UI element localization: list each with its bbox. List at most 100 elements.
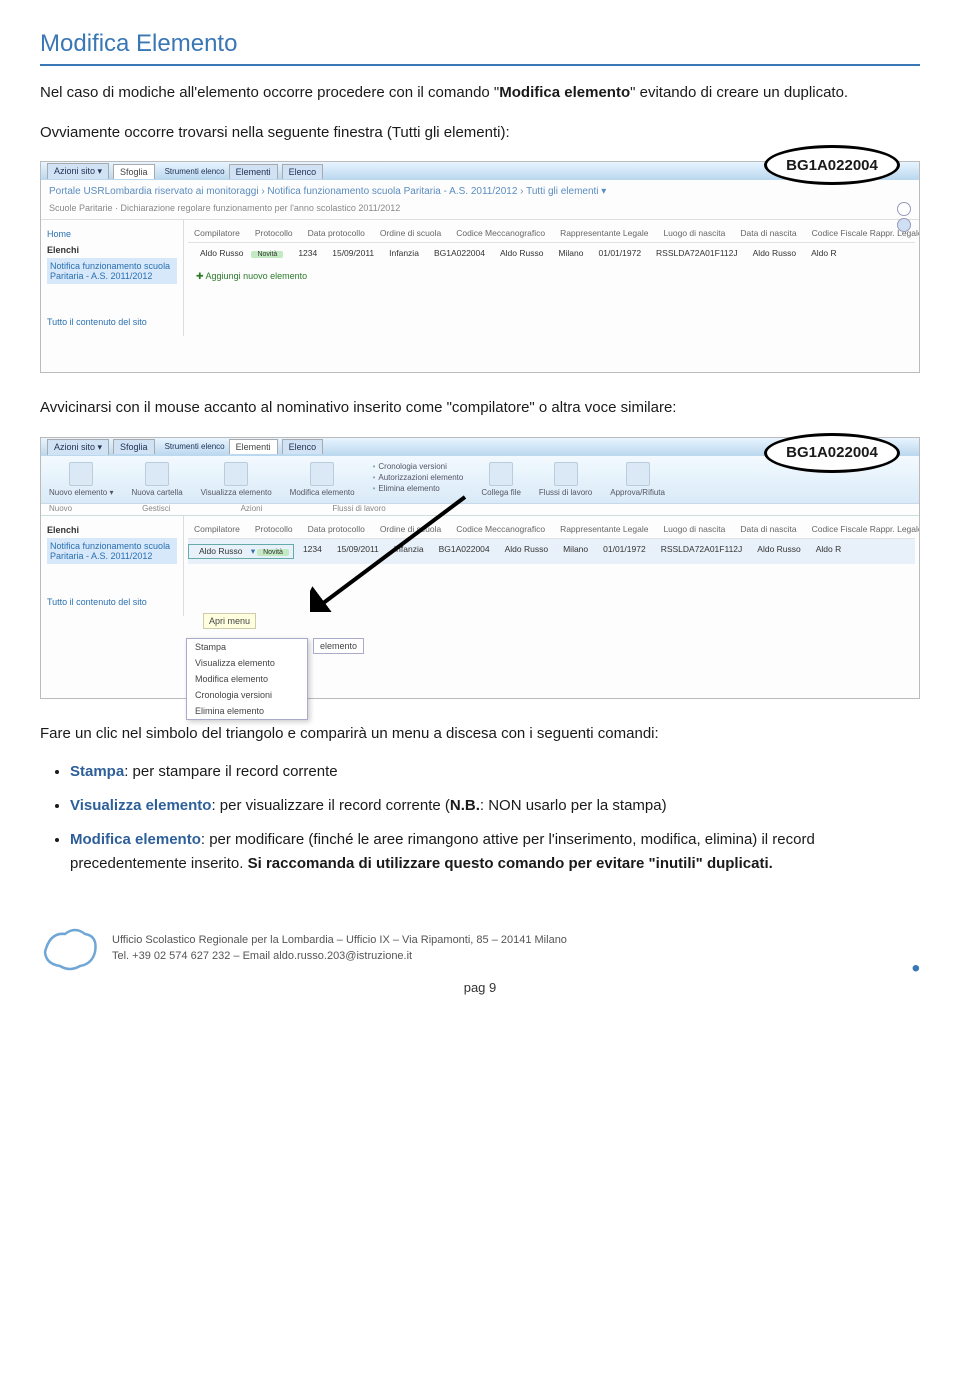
command-list: Stampa: per stampare il record corrente … [70, 760, 920, 876]
paragraph-1: Nel caso di modiche all'elemento occorre… [40, 80, 920, 106]
workflow-icon [554, 462, 578, 486]
cell-ente: Aldo Russo [747, 248, 802, 258]
cell-compilatore[interactable]: Aldo RussoNovità [188, 248, 289, 258]
cell-luogo: Milano [552, 248, 589, 258]
col-data-protocollo[interactable]: Data protocollo [302, 228, 371, 238]
tab-sfoglia-2[interactable]: Sfoglia [113, 439, 155, 454]
col-rappresentante[interactable]: Rappresentante Legale [554, 228, 654, 238]
context-modifica[interactable]: Modifica elemento [187, 671, 307, 687]
new-item-icon [69, 462, 93, 486]
col2-rappr[interactable]: Rappresentante Legale [554, 524, 654, 534]
ribbon-collega[interactable]: Collega file [481, 462, 521, 497]
col2-ordine[interactable]: Ordine di scuola [374, 524, 447, 534]
table-header-2: Compilatore Protocollo Data protocollo O… [188, 520, 915, 539]
col2-protocollo[interactable]: Protocollo [249, 524, 299, 534]
azioni-sito-button-2[interactable]: Azioni sito ▾ [47, 439, 109, 455]
tab-elenco-2[interactable]: Elenco [282, 439, 324, 454]
col-luogo[interactable]: Luogo di nascita [657, 228, 731, 238]
context-cronologia[interactable]: Cronologia versioni [187, 687, 307, 703]
col2-data-nasc[interactable]: Data di nascita [734, 524, 802, 534]
sidebar-selected-item[interactable]: Notifica funzionamento scuola Paritaria … [47, 258, 177, 284]
cell2-luogo: Milano [557, 544, 594, 559]
ribbon-approva[interactable]: Approva/Rifiuta [610, 462, 665, 497]
col2-cf[interactable]: Codice Fiscale Rappr. Legale [806, 524, 919, 534]
sidebar-home[interactable]: Home [47, 226, 177, 242]
bullet-2-text: : per visualizzare il record corrente ( [211, 797, 449, 814]
sidebar-all-content-2[interactable]: Tutto il contenuto del sito [47, 594, 177, 610]
col2-codice[interactable]: Codice Meccanografico [450, 524, 551, 534]
screenshot-1-wrap: BG1A022004 Azioni sito ▾ Sfoglia Strumen… [40, 161, 920, 373]
cell2-rappr: Aldo Russo [499, 544, 554, 559]
cell2-ordine: Infanzia [388, 544, 430, 559]
table-row-selected[interactable]: Aldo Russo ▾Novità 1234 15/09/2011 Infan… [188, 539, 915, 564]
bullet-2-nb: N.B. [450, 797, 480, 814]
screenshot-1: Azioni sito ▾ Sfoglia Strumenti elenco E… [40, 161, 920, 373]
sidebar-all-content[interactable]: Tutto il contenuto del sito [47, 314, 177, 330]
sidebar: Home Elenchi Notifica funzionamento scuo… [41, 220, 184, 336]
bullet-3-strong: Si raccomanda di utilizzare questo coman… [248, 855, 773, 872]
context-stampa[interactable]: Stampa [187, 639, 307, 655]
ribbon-flussi[interactable]: Flussi di lavoro [539, 462, 592, 497]
search-icon[interactable] [897, 202, 911, 216]
grp-azioni-label: Azioni [241, 504, 263, 513]
context-elimina[interactable]: Elimina elemento [187, 703, 307, 719]
tab-group-label: Strumenti elenco [165, 167, 225, 176]
sidebar-selected-item-2[interactable]: Notifica funzionamento scuola Paritaria … [47, 538, 177, 564]
tab-elementi[interactable]: Elementi [229, 164, 278, 179]
col-data-nascita[interactable]: Data di nascita [734, 228, 802, 238]
tab-elenco[interactable]: Elenco [282, 164, 324, 179]
cell-data-prot: 15/09/2011 [326, 248, 380, 258]
bullet-2-text2: : NON usarlo per la stampa) [480, 797, 667, 814]
footer-dot-icon: • [912, 964, 920, 974]
ribbon-elimina[interactable]: Elimina elemento [373, 484, 464, 493]
screenshot-2: Azioni sito ▾ Sfoglia Strumenti elenco E… [40, 437, 920, 699]
ribbon-visualizza[interactable]: Visualizza elemento [201, 462, 272, 497]
cell2-ente: Aldo Russo [751, 544, 806, 559]
ribbon-nuova-cartella[interactable]: Nuova cartella [132, 462, 183, 497]
edit-item-icon [310, 462, 334, 486]
azioni-sito-button[interactable]: Azioni sito ▾ [47, 163, 109, 179]
ribbon-group-labels: Nuovo Gestisci Azioni Flussi di lavoro [41, 504, 919, 516]
paragraph-3: Avvicinarsi con il mouse accanto al nomi… [40, 395, 920, 421]
context-menu: Stampa Visualizza elemento Modifica elem… [186, 638, 308, 720]
col-ordine[interactable]: Ordine di scuola [374, 228, 447, 238]
add-new-item-button[interactable]: ✚ Aggiungi nuovo elemento [188, 263, 915, 290]
context-visualizza[interactable]: Visualizza elemento [187, 655, 307, 671]
col-compilatore[interactable]: Compilatore [188, 228, 246, 238]
paragraph-2: Ovviamente occorre trovarsi nella seguen… [40, 120, 920, 146]
breadcrumb[interactable]: Portale USRLombardia riservato ai monito… [41, 180, 919, 203]
ribbon-modifica[interactable]: Modifica elemento [290, 462, 355, 497]
col-codice[interactable]: Codice Meccanografico [450, 228, 551, 238]
table-row[interactable]: Aldo RussoNovità 1234 15/09/2011 Infanzi… [188, 243, 915, 263]
tab-elementi-2[interactable]: Elementi [229, 439, 278, 454]
col-protocollo[interactable]: Protocollo [249, 228, 299, 238]
sidebar-elenchi-header-2: Elenchi [47, 522, 177, 538]
attach-icon [489, 462, 513, 486]
cell2-data-prot: 15/09/2011 [331, 544, 385, 559]
bullet-1-text: : per stampare il record corrente [124, 763, 337, 780]
col2-luogo[interactable]: Luogo di nascita [657, 524, 731, 534]
col2-compilatore[interactable]: Compilatore [188, 524, 246, 534]
lombardia-logo-icon [40, 922, 100, 974]
approve-icon [626, 462, 650, 486]
help-icon[interactable] [897, 218, 911, 232]
bullet-3-label: Modifica elemento [70, 831, 201, 848]
page-title: Modifica Elemento [40, 30, 920, 66]
grp-nuovo-label: Nuovo [49, 504, 72, 513]
cell2-data-nasc: 01/01/1972 [597, 544, 652, 559]
col2-data-prot[interactable]: Data protocollo [302, 524, 371, 534]
footer: Ufficio Scolastico Regionale per la Lomb… [40, 916, 920, 974]
cell2-compilatore[interactable]: Aldo Russo ▾Novità [188, 544, 294, 559]
ribbon-nuovo-elemento[interactable]: Nuovo elemento ▾ [49, 462, 114, 497]
ribbon-cronologia[interactable]: Cronologia versioni [373, 462, 464, 471]
callout-code-1: BG1A022004 [764, 145, 900, 185]
para1-text-b: " evitando di creare un duplicato. [630, 84, 848, 101]
cell2-deno: Aldo R [810, 544, 848, 559]
context-extra-tip: elemento [313, 638, 364, 654]
ribbon-autorizzazioni[interactable]: Autorizzazioni elemento [373, 473, 464, 482]
tab-sfoglia[interactable]: Sfoglia [113, 164, 155, 179]
sidebar-2: Elenchi Notifica funzionamento scuola Pa… [41, 516, 184, 616]
bullet-2-label: Visualizza elemento [70, 797, 211, 814]
grp-flussi-label: Flussi di lavoro [332, 504, 385, 513]
footer-line-1: Ufficio Scolastico Regionale per la Lomb… [112, 932, 567, 949]
